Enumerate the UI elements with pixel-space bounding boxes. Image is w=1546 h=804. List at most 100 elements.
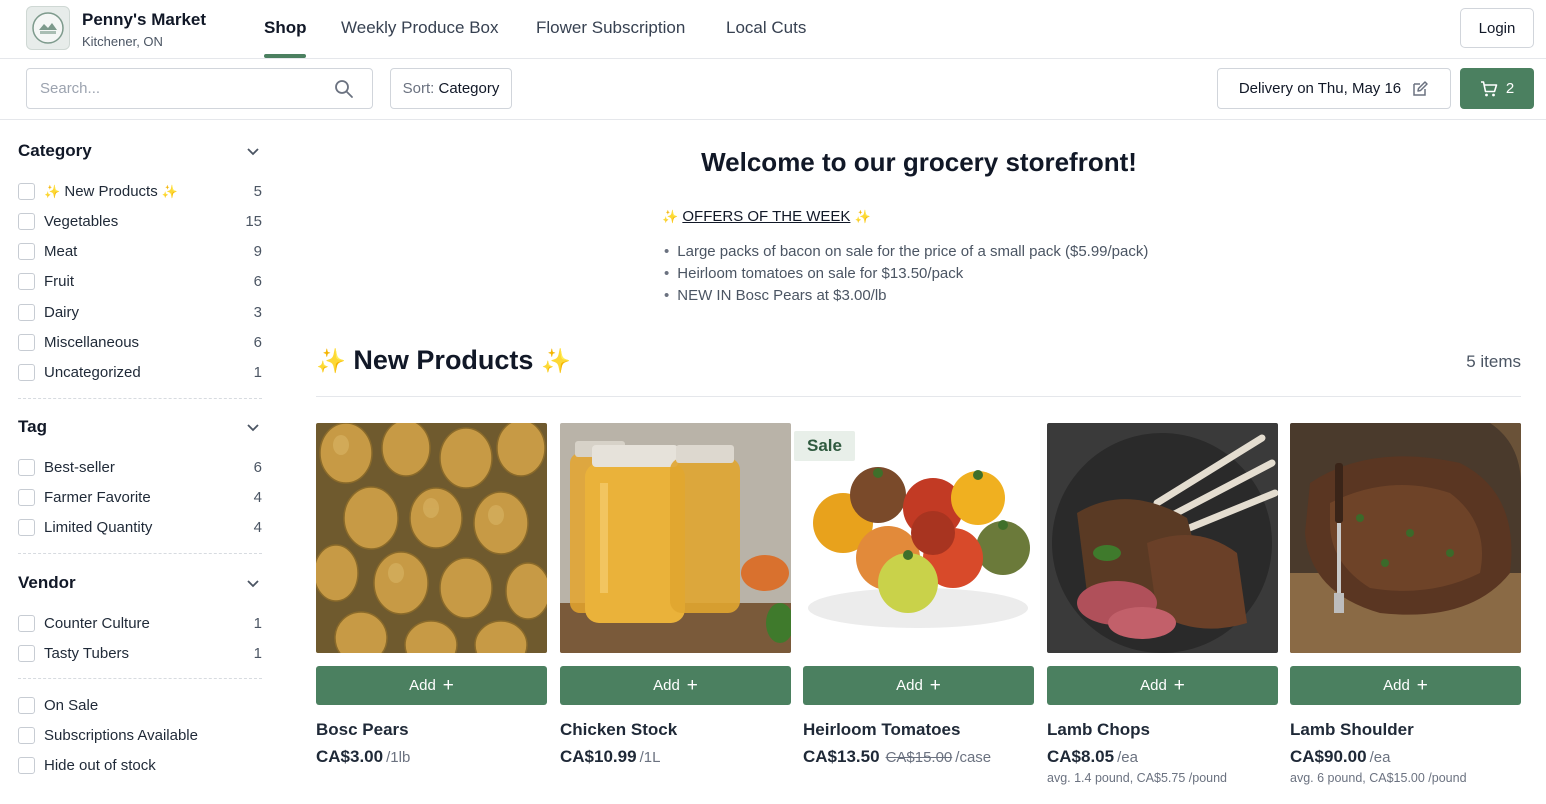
checkbox[interactable] <box>18 272 35 290</box>
tab-shop[interactable]: Shop <box>264 18 307 38</box>
sparkle-icon: ✨ <box>662 209 679 224</box>
filter-subscriptions-available[interactable]: Subscriptions Available <box>18 724 262 746</box>
filter-count: 1 <box>253 644 262 662</box>
checkbox[interactable] <box>18 518 35 536</box>
divider <box>18 678 262 679</box>
search-input[interactable] <box>27 69 307 108</box>
checkbox[interactable] <box>18 488 35 506</box>
price-line: CA$90.00/ea <box>1290 747 1521 767</box>
add-to-cart-button[interactable]: Add + <box>1290 666 1521 705</box>
checkbox[interactable] <box>18 333 35 351</box>
product-card[interactable]: Add + Bosc Pears CA$3.00/1lb <box>316 423 547 767</box>
cart-button[interactable]: 2 <box>1460 68 1534 109</box>
search-box <box>26 68 373 109</box>
chevron-down-icon[interactable] <box>246 576 260 590</box>
add-to-cart-button[interactable]: Add + <box>316 666 547 705</box>
average-weight-note: avg. 1.4 pound, CA$5.75 /pound <box>1047 771 1228 785</box>
add-label: Add <box>409 677 436 694</box>
product-card[interactable]: Add + Chicken Stock CA$10.99/1L <box>560 423 791 767</box>
filter-dairy[interactable]: Dairy 3 <box>18 301 262 323</box>
price-line: CA$10.99/1L <box>560 747 791 767</box>
category-filter-title[interactable]: Category <box>18 141 92 161</box>
sort-dropdown[interactable]: Sort: Category <box>390 68 512 109</box>
filter-label: Fruit <box>44 272 74 290</box>
lamb-chops-photo-icon[interactable] <box>1047 423 1278 653</box>
filter-hide-out-of-stock[interactable]: Hide out of stock <box>18 754 262 776</box>
product-name[interactable]: Lamb Chops <box>1047 720 1278 740</box>
filter-best-seller[interactable]: Best-seller 6 <box>18 456 262 478</box>
product-unit: /1lb <box>386 749 411 766</box>
offer-item: Large packs of bacon on sale for the pri… <box>664 241 1148 263</box>
tab-flower-subscription[interactable]: Flower Subscription <box>536 18 685 38</box>
product-card[interactable]: Sale Add + Heirloom Tomatoes CA$13.50 CA$1… <box>794 423 1034 767</box>
checkbox[interactable] <box>18 363 35 381</box>
filter-vegetables[interactable]: Vegetables 15 <box>18 210 262 232</box>
store-logo[interactable] <box>26 6 70 50</box>
checkbox[interactable] <box>18 756 35 774</box>
filter-label: Meat <box>44 242 78 260</box>
store-name[interactable]: Penny's Market <box>82 10 206 30</box>
checkbox[interactable] <box>18 242 35 260</box>
checkbox[interactable] <box>18 644 35 662</box>
lamb-shoulder-photo-icon[interactable] <box>1290 423 1521 653</box>
checkbox[interactable] <box>18 696 35 714</box>
filter-on-sale[interactable]: On Sale <box>18 694 262 716</box>
filter-miscellaneous[interactable]: Miscellaneous 6 <box>18 331 262 353</box>
product-card[interactable]: Add + Lamb Chops CA$8.05/ea avg. 1.4 poun… <box>1047 423 1278 785</box>
filter-count: 9 <box>253 242 262 260</box>
checkbox[interactable] <box>18 212 35 230</box>
filter-tasty-tubers[interactable]: Tasty Tubers 1 <box>18 642 262 664</box>
edit-icon <box>1413 80 1428 96</box>
chevron-down-icon[interactable] <box>246 144 260 158</box>
checkbox[interactable] <box>18 303 35 321</box>
stock-jars-photo-icon[interactable] <box>560 423 791 653</box>
item-count: 5 items <box>1466 352 1521 371</box>
filter-label: Subscriptions Available <box>44 726 198 744</box>
filter-new-products[interactable]: ✨ New Products ✨ 5 <box>18 180 262 202</box>
filter-count: 6 <box>253 333 262 351</box>
filter-farmer-favorite[interactable]: Farmer Favorite 4 <box>18 486 262 508</box>
product-price: CA$3.00 <box>316 747 384 766</box>
delivery-label: Delivery on Thu, May 16 <box>1238 80 1402 97</box>
tomatoes-photo-icon[interactable]: Sale <box>794 423 1034 653</box>
delivery-date-button[interactable]: Delivery on Thu, May 16 <box>1217 68 1451 109</box>
product-price: CA$10.99 <box>560 747 637 766</box>
average-weight-note: avg. 6 pound, CA$15.00 /pound <box>1290 771 1467 785</box>
tag-filter-title[interactable]: Tag <box>18 417 47 437</box>
add-to-cart-button[interactable]: Add + <box>803 666 1034 705</box>
add-label: Add <box>653 677 680 694</box>
product-name[interactable]: Lamb Shoulder <box>1290 720 1521 740</box>
tab-weekly-produce-box[interactable]: Weekly Produce Box <box>341 18 498 38</box>
pears-photo-icon[interactable] <box>316 423 547 653</box>
product-name[interactable]: Bosc Pears <box>316 720 547 740</box>
product-unit: /ea <box>1117 749 1138 766</box>
vendor-filter-title[interactable]: Vendor <box>18 573 76 593</box>
checkbox[interactable] <box>18 726 35 744</box>
filter-meat[interactable]: Meat 9 <box>18 240 262 262</box>
add-label: Add <box>1140 677 1167 694</box>
product-name[interactable]: Heirloom Tomatoes <box>803 720 1034 740</box>
checkbox[interactable] <box>18 458 35 476</box>
filter-uncategorized[interactable]: Uncategorized 1 <box>18 361 262 383</box>
filter-limited-quantity[interactable]: Limited Quantity 4 <box>18 516 262 538</box>
price-line: CA$13.50 CA$15.00/case <box>803 747 1034 767</box>
add-label: Add <box>896 677 923 694</box>
checkbox[interactable] <box>18 614 35 632</box>
login-button[interactable]: Login <box>1460 8 1534 48</box>
filter-fruit[interactable]: Fruit 6 <box>18 270 262 292</box>
filter-count: 15 <box>245 212 262 230</box>
product-name[interactable]: Chicken Stock <box>560 720 791 740</box>
plus-icon: + <box>929 675 941 696</box>
tab-local-cuts[interactable]: Local Cuts <box>726 18 806 38</box>
add-to-cart-button[interactable]: Add + <box>1047 666 1278 705</box>
checkbox[interactable] <box>18 182 35 200</box>
add-to-cart-button[interactable]: Add + <box>560 666 791 705</box>
filter-count: 3 <box>253 303 262 321</box>
product-card[interactable]: Add + Lamb Shoulder CA$90.00/ea avg. 6 po… <box>1290 423 1521 785</box>
market-logo-icon <box>32 12 64 44</box>
filter-count: 6 <box>253 458 262 476</box>
filter-count: 5 <box>253 182 262 200</box>
search-icon[interactable] <box>334 79 354 99</box>
chevron-down-icon[interactable] <box>246 420 260 434</box>
filter-counter-culture[interactable]: Counter Culture 1 <box>18 612 262 634</box>
